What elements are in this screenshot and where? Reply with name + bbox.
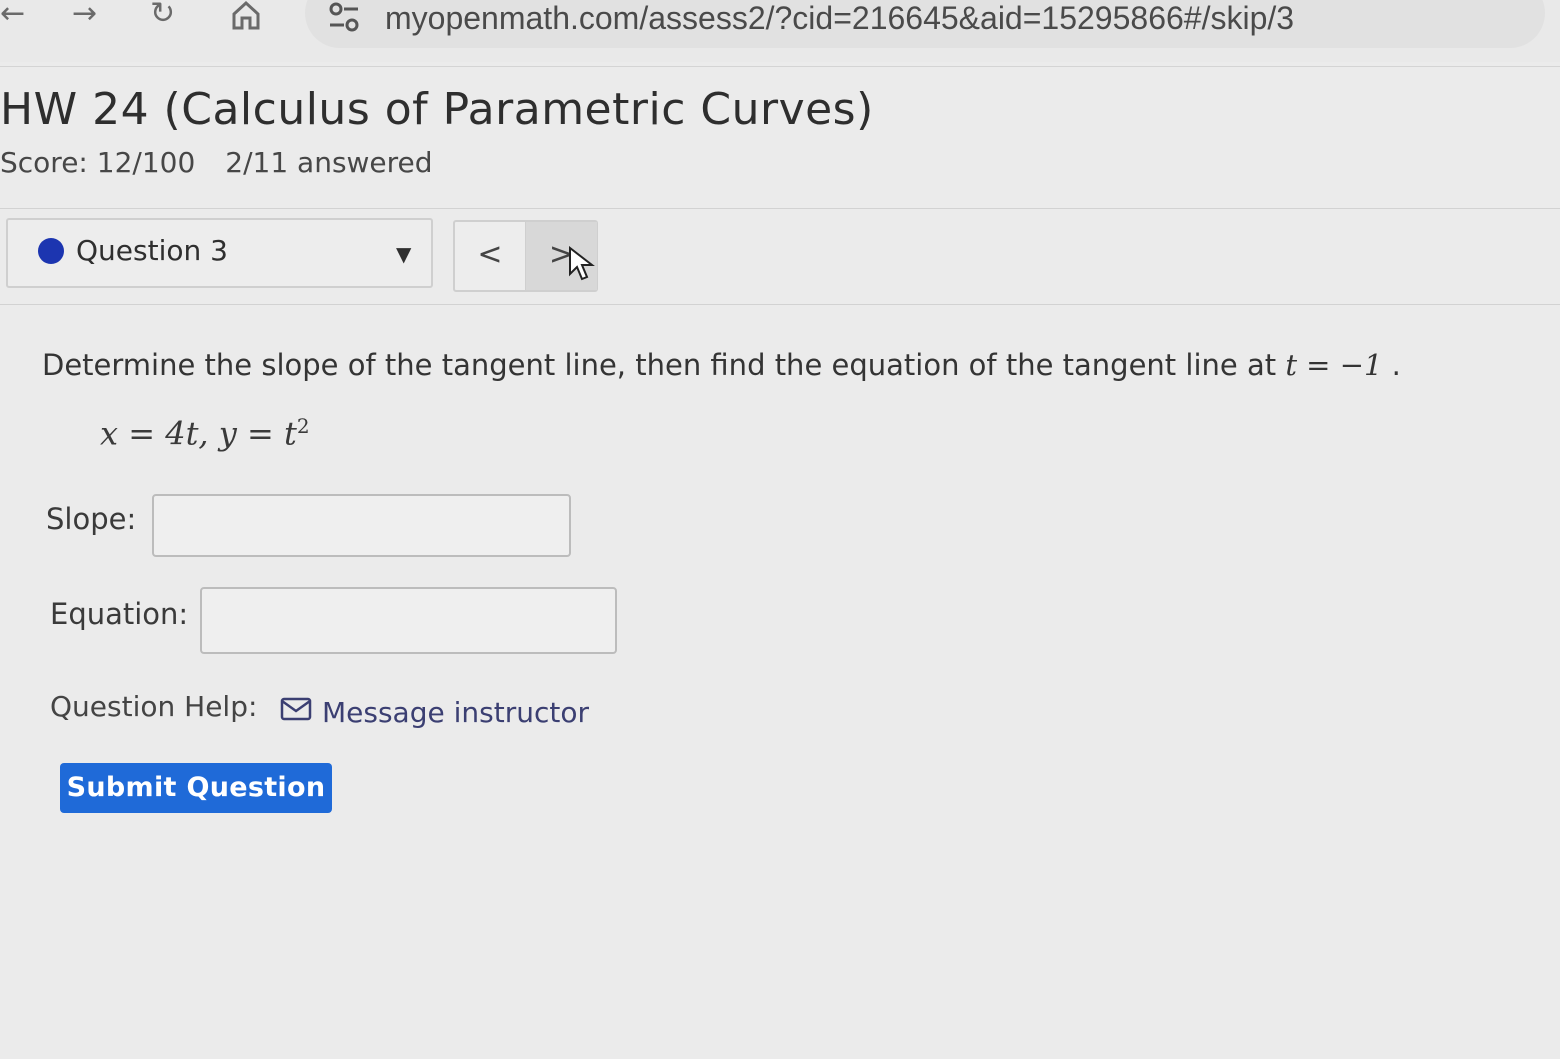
prompt-math: t = −1 [1285,348,1383,382]
question-status-dot [38,238,64,264]
url-text[interactable]: myopenmath.com/assess2/?cid=216645&aid=1… [385,0,1294,37]
site-settings-icon[interactable] [327,0,361,34]
mouse-pointer-icon [569,246,595,281]
question-prompt: Determine the slope of the tangent line,… [42,348,1401,382]
score-summary: Score: 12/100 2/11 answered [0,146,433,179]
parametric-equations: x = 4t, y = t2 [100,414,310,453]
prompt-end: . [1382,348,1401,382]
toolbar-divider [0,66,1560,67]
back-arrow-icon[interactable]: ← [0,0,25,34]
question-select-label: Question 3 [76,234,228,267]
score-text: Score: 12/100 [0,146,196,179]
browser-toolbar: ← → ↻ myopenmath.com/assess2/?cid=216645… [0,0,1560,67]
slope-input[interactable] [152,494,571,557]
formula-base: x = 4t, y = t [100,414,297,453]
page-title: HW 24 (Calculus of Parametric Curves) [0,84,874,135]
prompt-text: Determine the slope of the tangent line,… [42,348,1286,382]
mail-icon[interactable] [280,697,312,721]
forward-arrow-icon[interactable]: → [72,0,97,34]
header-divider [0,208,1560,209]
question-select[interactable]: Question 3 ▼ [6,218,433,288]
reload-icon[interactable]: ↻ [150,0,175,34]
equation-input[interactable] [200,587,617,654]
slope-label: Slope: [46,502,137,536]
home-icon[interactable] [230,0,262,30]
equation-label: Equation: [50,597,189,631]
question-help-label: Question Help: [50,690,258,723]
message-instructor-link[interactable]: Message instructor [322,696,589,729]
nav-divider [0,304,1560,305]
address-bar[interactable]: myopenmath.com/assess2/?cid=216645&aid=1… [305,0,1545,48]
caret-down-icon: ▼ [396,242,412,266]
formula-exponent: 2 [296,414,310,438]
previous-question-button[interactable]: < [455,222,525,290]
submit-question-button[interactable]: Submit Question [60,763,332,813]
answered-count: 2/11 answered [225,146,433,179]
